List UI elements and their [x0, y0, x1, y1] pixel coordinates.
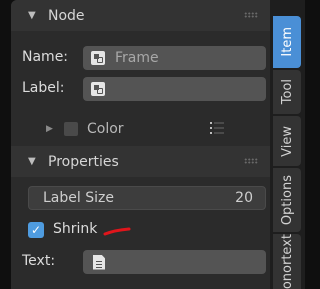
node-icon: [91, 51, 105, 65]
color-checkbox[interactable]: [64, 122, 78, 136]
properties-panel-title: Properties: [48, 153, 119, 170]
tab-context[interactable]: onortext: [273, 234, 301, 289]
sidebar-tabs: Item Tool View Options onortext: [270, 0, 305, 289]
name-field[interactable]: Frame: [83, 46, 266, 70]
drag-grip-icon[interactable]: [244, 12, 258, 18]
collapse-triangle-icon[interactable]: ▼: [28, 156, 38, 167]
shrink-checkbox[interactable]: ✓: [28, 222, 44, 238]
tab-options[interactable]: Options: [273, 168, 301, 232]
label-size-value: 20: [235, 190, 253, 206]
tab-item[interactable]: Item: [273, 16, 301, 68]
tab-tool[interactable]: Tool: [273, 70, 301, 114]
text-field[interactable]: [83, 250, 266, 274]
name-label: Name:: [22, 49, 69, 65]
red-annotation-mark: [103, 227, 131, 236]
sidebar-frame: ▼ Node Name: Frame Label: ▶ Color ▼ Prop…: [0, 0, 305, 289]
text-label: Text:: [22, 253, 56, 269]
node-icon: [91, 82, 105, 96]
color-label: Color: [87, 121, 124, 137]
tab-tool-label: Tool: [279, 79, 295, 105]
node-panel-title: Node: [48, 7, 85, 24]
properties-panel-header[interactable]: ▼ Properties: [11, 146, 270, 177]
shrink-label: Shrink: [53, 221, 98, 237]
collapse-triangle-icon[interactable]: ▼: [28, 10, 38, 21]
tab-options-label: Options: [279, 174, 295, 226]
tab-view[interactable]: View: [273, 116, 301, 166]
text-document-icon: [93, 254, 105, 270]
name-value: Frame: [115, 50, 159, 66]
node-panel-header[interactable]: ▼ Node: [11, 0, 270, 31]
label-field[interactable]: [83, 77, 266, 101]
list-icon[interactable]: [210, 121, 224, 135]
tab-context-label: onortext: [279, 233, 295, 289]
label-size-slider[interactable]: Label Size 20: [28, 186, 266, 210]
drag-grip-icon[interactable]: [244, 158, 258, 164]
expand-triangle-icon[interactable]: ▶: [46, 124, 53, 134]
properties-panel: ▼ Node Name: Frame Label: ▶ Color ▼ Prop…: [11, 0, 270, 289]
label-label: Label:: [22, 80, 65, 96]
label-size-label: Label Size: [43, 190, 114, 206]
tab-item-label: Item: [279, 27, 295, 57]
tab-view-label: View: [279, 125, 295, 157]
